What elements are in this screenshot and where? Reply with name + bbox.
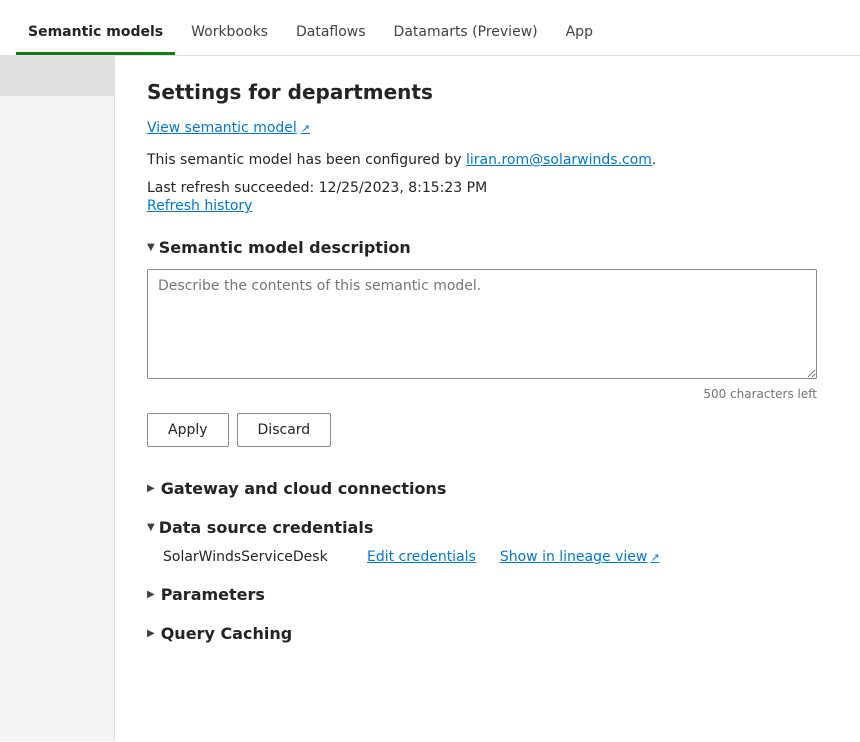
description-section: ▼ Semantic model description 500 charact… xyxy=(147,238,828,447)
description-section-title: Semantic model description xyxy=(159,238,411,257)
datasource-section: ▼ Data source credentials SolarWindsServ… xyxy=(147,518,828,565)
configured-by-email[interactable]: liran.rom@solarwinds.com xyxy=(466,152,652,168)
datasource-section-header[interactable]: ▼ Data source credentials xyxy=(147,518,828,537)
datasource-section-title: Data source credentials xyxy=(159,518,374,537)
external-link-icon: ↗ xyxy=(301,122,310,135)
gateway-section-header[interactable]: ▶ Gateway and cloud connections xyxy=(147,479,828,498)
parameters-section: ▶ Parameters xyxy=(147,585,828,604)
gateway-section: ▶ Gateway and cloud connections xyxy=(147,479,828,498)
main-content: Settings for departments View semantic m… xyxy=(115,56,860,741)
description-button-row: Apply Discard xyxy=(147,413,828,447)
configured-by-text: This semantic model has been configured … xyxy=(147,152,828,168)
discard-button[interactable]: Discard xyxy=(237,413,332,447)
parameters-expand-icon: ▶ xyxy=(147,589,155,600)
parameters-section-title: Parameters xyxy=(161,585,265,604)
tab-dataflows[interactable]: Dataflows xyxy=(284,24,378,55)
parameters-section-header[interactable]: ▶ Parameters xyxy=(147,585,828,604)
page-layout: Settings for departments View semantic m… xyxy=(0,56,860,741)
lineage-view-link[interactable]: Show in lineage view ↗ xyxy=(500,549,660,565)
char-count-label: 500 characters left xyxy=(147,387,817,401)
lineage-external-icon: ↗ xyxy=(650,551,659,564)
description-textarea[interactable] xyxy=(147,269,817,379)
edit-credentials-link[interactable]: Edit credentials xyxy=(367,549,476,565)
query-caching-expand-icon: ▶ xyxy=(147,628,155,639)
query-caching-section-title: Query Caching xyxy=(161,624,292,643)
description-collapse-icon: ▼ xyxy=(147,242,155,253)
last-refresh-text: Last refresh succeeded: 12/25/2023, 8:15… xyxy=(147,180,828,196)
top-navigation: Semantic models Workbooks Dataflows Data… xyxy=(0,0,860,56)
sidebar xyxy=(0,56,115,741)
tab-semantic-models[interactable]: Semantic models xyxy=(16,24,175,55)
apply-button[interactable]: Apply xyxy=(147,413,229,447)
query-caching-section-header[interactable]: ▶ Query Caching xyxy=(147,624,828,643)
description-section-header[interactable]: ▼ Semantic model description xyxy=(147,238,828,257)
tab-workbooks[interactable]: Workbooks xyxy=(179,24,280,55)
gateway-section-title: Gateway and cloud connections xyxy=(161,479,447,498)
refresh-history-link[interactable]: Refresh history xyxy=(147,198,252,214)
page-title: Settings for departments xyxy=(147,80,828,104)
gateway-expand-icon: ▶ xyxy=(147,483,155,494)
tab-datamarts[interactable]: Datamarts (Preview) xyxy=(382,24,550,55)
sidebar-placeholder xyxy=(0,56,114,96)
datasource-row: SolarWindsServiceDesk Edit credentials S… xyxy=(147,549,828,565)
datasource-collapse-icon: ▼ xyxy=(147,522,155,533)
datasource-name: SolarWindsServiceDesk xyxy=(163,549,343,565)
view-semantic-model-link[interactable]: View semantic model ↗ xyxy=(147,120,310,136)
tab-app[interactable]: App xyxy=(554,24,605,55)
query-caching-section: ▶ Query Caching xyxy=(147,624,828,643)
